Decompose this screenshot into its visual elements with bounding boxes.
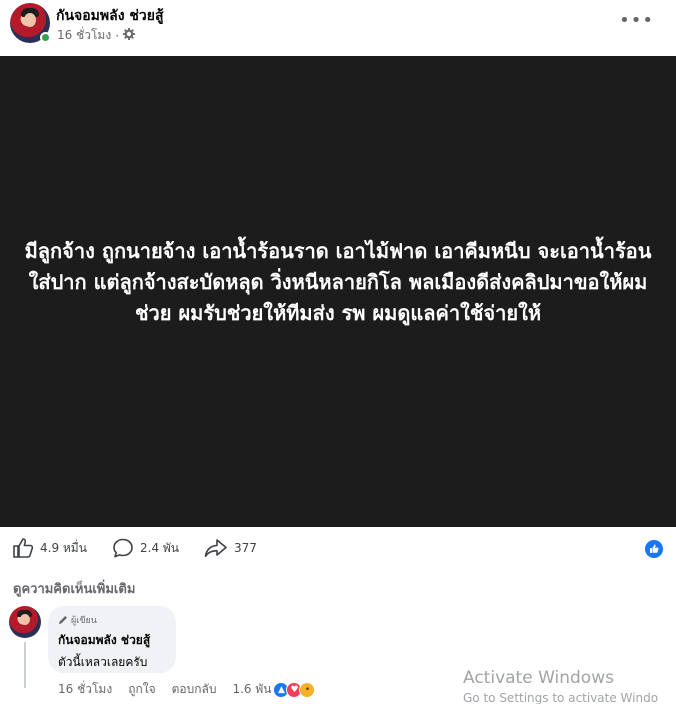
page-name[interactable]: กันจอมพลัง ช่วยสู้ xyxy=(56,5,164,27)
more-horizontal-icon[interactable]: ••• xyxy=(619,12,654,30)
author-badge: ผู้เขียน xyxy=(58,613,166,626)
online-status-dot xyxy=(40,32,51,43)
comment-author[interactable]: กันจอมพลัง ช่วยสู้ xyxy=(58,631,166,650)
media-caption-text: มีลูกจ้าง ถูกนายจ้าง เอาน้ำร้อนราด เอาไม… xyxy=(24,239,652,325)
pencil-icon xyxy=(59,615,67,624)
like-button[interactable]: 4.9 หมื่น xyxy=(12,534,87,562)
comment-icon xyxy=(113,538,133,558)
meta-separator: · xyxy=(115,28,120,43)
like-count: 4.9 หมื่น xyxy=(40,540,87,555)
comment-button[interactable]: 2.4 พัน xyxy=(112,534,179,562)
share-button[interactable]: 377 xyxy=(204,534,257,562)
comment-time[interactable]: 16 ชั่วโมง xyxy=(58,680,112,699)
share-count: 377 xyxy=(234,541,257,555)
comment-like-button[interactable]: ถูกใจ xyxy=(128,680,155,699)
sad-reaction-icon: • xyxy=(299,681,316,698)
thumbs-up-icon xyxy=(13,538,34,558)
gear-icon[interactable] xyxy=(122,27,136,43)
post-media[interactable]: มีลูกจ้าง ถูกนายจ้าง เอาน้ำร้อนราด เอาไม… xyxy=(0,56,676,527)
comment-count: 2.4 พัน xyxy=(140,540,180,555)
activate-windows-watermark: Activate Windows Go to Settings to activ… xyxy=(463,668,658,704)
like-reaction-icon[interactable] xyxy=(645,540,663,558)
thread-line xyxy=(24,642,26,688)
page-avatar[interactable] xyxy=(10,3,51,43)
comment-bubble: ผู้เขียน กันจอมพลัง ช่วยสู้ ตัวนี้เหลวเล… xyxy=(48,606,176,673)
post-stats-bar: 4.9 หมื่น 2.4 พัน 377 xyxy=(0,534,676,564)
comment-reactions[interactable]: ▲ ♥ • xyxy=(273,681,316,698)
post-header: กันจอมพลัง ช่วยสู้ 16 ชั่วโมง · ••• xyxy=(0,0,676,56)
comment-avatar[interactable] xyxy=(9,606,41,638)
post-meta: 16 ชั่วโมง · xyxy=(57,26,136,45)
share-icon xyxy=(204,539,227,557)
view-more-comments-link[interactable]: ดูความคิดเห็นเพิ่มเติม xyxy=(13,578,135,599)
watermark-subtitle: Go to Settings to activate Windo xyxy=(463,691,659,704)
comment-actions: 16 ชั่วโมง ถูกใจ ตอบกลับ 1.6 พัน ▲ ♥ • xyxy=(58,680,316,699)
comment-avatar-image xyxy=(9,606,41,638)
avatar-face xyxy=(24,13,36,27)
comment-reply-button[interactable]: ตอบกลับ xyxy=(172,680,217,699)
avatar-face xyxy=(20,614,30,625)
comment-text: ตัวนี้เหลวเลยครับ xyxy=(58,655,148,669)
comment-reaction-count[interactable]: 1.6 พัน xyxy=(232,680,271,699)
post-time[interactable]: 16 ชั่วโมง xyxy=(57,26,111,45)
watermark-title: Activate Windows xyxy=(463,668,614,688)
author-badge-label: ผู้เขียน xyxy=(71,615,97,626)
